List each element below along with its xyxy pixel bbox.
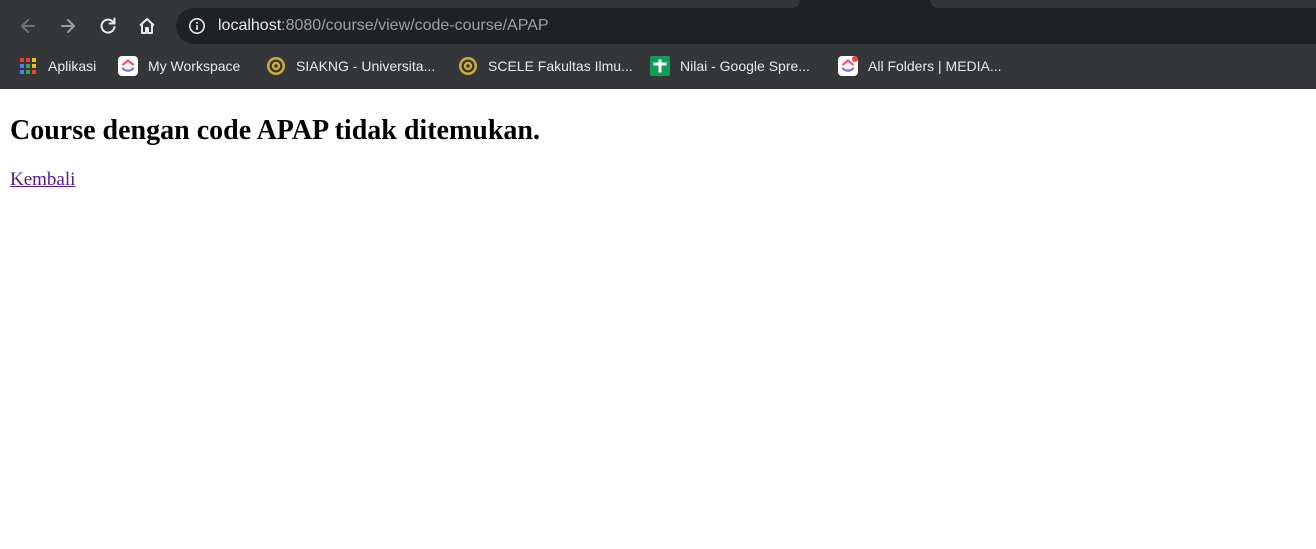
home-button[interactable] [131,10,163,42]
info-icon[interactable] [188,17,206,35]
bookmark-label: All Folders | MEDIA... [868,58,1002,74]
reload-icon [100,17,116,34]
arrow-left-icon [21,19,35,33]
arrow-right-icon [61,19,75,33]
page-title: Course dengan code APAP tidak ditemukan. [10,115,540,146]
bookmark-aplikasi[interactable]: Aplikasi [18,49,96,83]
tab-strip [0,0,1316,8]
bookmark-nilai-sheets[interactable]: Nilai - Google Spre... [650,49,810,83]
browser-chrome: localhost:8080/course/view/code-course/A… [0,0,1316,89]
url-host: localhost [218,17,282,34]
back-button[interactable] [12,10,44,42]
page-content: Course dengan code APAP tidak ditemukan.… [10,89,1306,191]
bookmark-siakng[interactable]: SIAKNG - Universita... [266,49,435,83]
tab-active[interactable] [0,0,800,8]
bookmark-label: SIAKNG - Universita... [296,58,436,74]
reload-button[interactable] [92,10,124,42]
forward-button[interactable] [52,10,84,42]
bookmark-label: SCELE Fakultas Ilmu... [488,58,633,74]
bookmark-label: Aplikasi [48,58,97,74]
bookmark-scele[interactable]: SCELE Fakultas Ilmu... [458,49,633,83]
home-icon [139,18,155,34]
bookmark-label: My Workspace [148,58,241,74]
url-path: :8080/course/view/code-course/APAP [281,17,549,34]
university-seal-icon [266,56,286,76]
clickup-icon [118,56,138,76]
bookmark-label: Nilai - Google Spre... [680,58,810,74]
bookmark-all-folders[interactable]: All Folders | MEDIA... [838,49,1002,83]
tab-inactive[interactable] [930,0,1316,8]
bookmarks-bar: Aplikasi My Workspace SIAKNG - Universit… [0,49,1316,83]
bookmark-my-workspace[interactable]: My Workspace [118,49,240,83]
google-sheets-icon [650,56,670,76]
apps-grid-icon [18,56,38,76]
university-seal-icon [458,56,478,76]
back-link[interactable]: Kembali [10,169,75,191]
url-text[interactable]: localhost:8080/course/view/code-course/A… [218,16,549,36]
browser-toolbar: localhost:8080/course/view/code-course/A… [0,8,1316,44]
address-bar[interactable]: localhost:8080/course/view/code-course/A… [176,8,1316,44]
clickup-notification-icon [838,56,858,76]
